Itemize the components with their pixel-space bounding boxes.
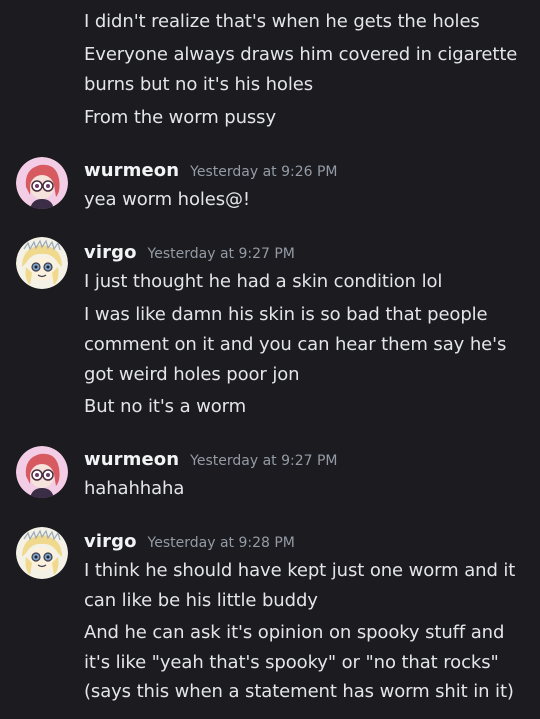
username[interactable]: wurmeon [84,160,179,181]
avatar-virgo[interactable] [16,527,68,579]
message-line: Everyone always draws him covered in cig… [84,44,518,65]
username[interactable]: virgo [84,531,137,552]
pink-haired-character-avatar-icon [16,157,68,209]
message-line: burns but no it's his holes [84,74,313,95]
message-line: yea worm holes@! [84,189,251,210]
message-header: virgo Yesterday at 9:27 PM [84,242,295,263]
message-line: got weird holes poor jon [84,364,300,385]
message-line: can like be his little buddy [84,590,318,611]
timestamp[interactable]: Yesterday at 9:27 PM [190,453,337,469]
chat-message-list: I didn't realize that's when he gets the… [0,0,540,719]
message-line: I was like damn his skin is so bad that … [84,304,488,325]
avatar-wurmeon[interactable] [16,446,68,498]
username[interactable]: virgo [84,242,137,263]
timestamp[interactable]: Yesterday at 9:26 PM [190,164,337,180]
message-header: wurmeon Yesterday at 9:26 PM [84,160,338,181]
blonde-character-avatar-icon [16,237,68,289]
message-line: I just thought he had a skin condition l… [84,271,443,292]
avatar-virgo[interactable] [16,237,68,289]
pink-haired-character-avatar-icon [16,446,68,498]
message-line: (says this when a statement has worm shi… [84,681,514,702]
timestamp[interactable]: Yesterday at 9:27 PM [148,246,295,262]
timestamp[interactable]: Yesterday at 9:28 PM [148,535,295,551]
username[interactable]: wurmeon [84,449,179,470]
message-line: But no it's a worm [84,396,247,417]
blonde-character-avatar-icon [16,527,68,579]
message-line: I think he should have kept just one wor… [84,560,516,581]
message-header: virgo Yesterday at 9:28 PM [84,531,295,552]
message-line: From the worm pussy [84,107,276,128]
message-line: And he can ask it's opinion on spooky st… [84,622,505,643]
message-line: it's like "yeah that's spooky" or "no th… [84,652,499,673]
message-line: I didn't realize that's when he gets the… [84,11,480,32]
message-header: wurmeon Yesterday at 9:27 PM [84,449,338,470]
message-line: hahahhaha [84,478,185,499]
message-line: comment on it and you can hear them say … [84,334,507,355]
avatar-wurmeon[interactable] [16,157,68,209]
